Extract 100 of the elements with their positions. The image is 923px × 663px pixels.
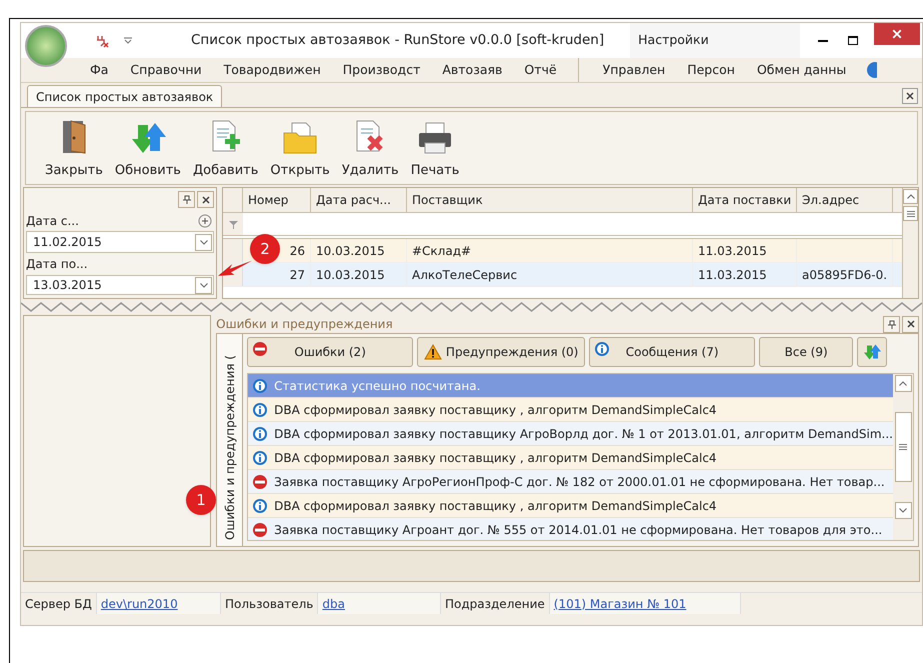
close-panel-button[interactable]	[197, 191, 214, 208]
filter-button[interactable]: Сообщения (7)	[589, 337, 756, 367]
toolbar-button[interactable]: Закрыть	[40, 118, 108, 180]
pin-button[interactable]	[178, 191, 195, 208]
ribbon-tab[interactable]: Фа	[79, 58, 120, 82]
scroll-thumb[interactable]	[894, 412, 912, 482]
message-row[interactable]: Заявка поставщику АгроРегионПроф-С дог. № 182 от 2000.01.01 не сформирована. Нет товар...	[248, 470, 893, 494]
column-header[interactable]: Номер	[243, 188, 311, 212]
close-icon	[906, 92, 914, 100]
scroll-thumb[interactable]	[903, 206, 918, 221]
ribbon-tab[interactable]: Производст	[332, 58, 432, 82]
grip-icon	[899, 444, 907, 450]
printer-icon	[417, 120, 454, 154]
side-tab-label: Ошибки и предупреждения (	[222, 354, 238, 540]
dropdown-button[interactable]	[195, 234, 212, 250]
grip-icon	[906, 210, 914, 216]
scrollbar[interactable]	[902, 188, 918, 298]
table-cell: 11.03.2015	[693, 239, 797, 262]
chevron-up-icon	[906, 194, 914, 199]
column-header[interactable]: Дата расч...	[311, 188, 407, 212]
app-logo	[25, 25, 67, 67]
message-row[interactable]: DBA сформировал заявку поставщику , алгоритм DemandSimpleCalc4	[248, 494, 893, 518]
refresh-button[interactable]	[857, 337, 888, 367]
pin-button[interactable]	[883, 316, 900, 332]
column-header[interactable]: Дата поставки	[693, 188, 797, 212]
filter-button[interactable]: Все (9)	[759, 337, 854, 367]
panel-title: Ошибки и предупреждения	[216, 316, 393, 333]
ribbon-tab[interactable]: Обмен данны	[746, 58, 858, 82]
table-cell: 10.03.2015	[311, 263, 407, 286]
arrows-icon	[130, 120, 166, 154]
document-tab[interactable]: Список простых автозаявок	[27, 85, 222, 107]
ribbon-tab[interactable]: Управлен	[592, 58, 676, 82]
close-tab-button[interactable]	[902, 88, 918, 104]
chevron-down-icon	[200, 282, 208, 288]
close-icon	[906, 320, 914, 328]
filter-button[interactable]: Предупреждения (0)	[417, 337, 586, 367]
close-button[interactable]	[874, 23, 920, 45]
close-icon	[892, 29, 902, 39]
column-header[interactable]: Поставщик	[407, 188, 693, 212]
info-icon	[252, 498, 268, 514]
error-icon	[252, 474, 268, 490]
dropdown-icon	[123, 36, 133, 44]
info-icon	[252, 450, 268, 466]
folder-icon	[282, 120, 318, 154]
filter-icon	[228, 220, 238, 228]
chevron-down-icon	[200, 240, 208, 244]
scroll-up-button[interactable]	[903, 189, 918, 204]
close-icon	[202, 196, 210, 204]
scroll-up-button[interactable]	[894, 375, 912, 392]
message-row[interactable]: DBA сформировал заявку поставщику АгроВорлд дог. № 1 от 2013.01.01, алгоритм DemandSim...	[248, 422, 893, 446]
info-icon	[252, 378, 268, 394]
pin-icon	[888, 320, 896, 328]
arrows-icon	[863, 343, 882, 361]
date-field[interactable]: 11.02.2015	[26, 231, 214, 253]
message-row[interactable]: DBA сформировал заявку поставщику , алгоритм DemandSimpleCalc4	[248, 398, 893, 422]
status-label: Сервер БД	[24, 596, 93, 612]
status-label: Пользователь	[224, 596, 314, 612]
info-icon	[252, 426, 268, 442]
ribbon-tab[interactable]: Отчё	[513, 58, 568, 82]
info-icon	[252, 402, 268, 418]
filter-button[interactable]: Ошибки (2)	[247, 337, 414, 367]
warning-icon	[424, 344, 442, 360]
table-cell: a05895FD6-0.	[797, 263, 893, 286]
toolbar-button[interactable]: Удалить	[336, 118, 404, 180]
pin-icon	[182, 195, 190, 204]
status-link[interactable]: dba	[317, 593, 441, 614]
error-icon	[252, 522, 268, 538]
ribbon-tab[interactable]: Персон	[676, 58, 746, 82]
error-icon	[252, 341, 268, 357]
toolbar-button[interactable]: Добавить	[188, 118, 264, 180]
dropdown-button[interactable]	[195, 276, 212, 294]
status-label: Подразделение	[444, 596, 546, 612]
ribbon-tab[interactable]: Справочни	[119, 58, 213, 82]
side-tab[interactable]: Ошибки и предупреждения (	[217, 334, 244, 546]
toolbar-button[interactable]: Печать	[406, 120, 464, 180]
status-link[interactable]: (101) Магазин № 101	[548, 593, 741, 614]
message-row[interactable]: DBA сформировал заявку поставщику , алгоритм DemandSimpleCalc4	[248, 446, 893, 470]
info-icon	[594, 341, 610, 357]
ribbon-tab[interactable]: Товародвижен	[212, 58, 332, 82]
scroll-down-button[interactable]	[894, 502, 912, 519]
toolbar-button[interactable]: Обновить	[110, 120, 186, 180]
context-group-label: Настройки	[630, 23, 800, 58]
message-row[interactable]: Заявка поставщику Агроант дог. № 555 от 2014.01.01 не сформирована. Нет товаров для это...	[248, 518, 893, 540]
column-header[interactable]: Эл.адрес	[797, 188, 893, 212]
chevron-down-icon	[899, 508, 907, 513]
chevron-up-icon	[899, 381, 907, 386]
status-link[interactable]: dev\run2010	[96, 593, 221, 614]
window-title: Список простых автозаявок - RunStore v0.0.0 [soft-kruden]	[191, 31, 604, 50]
ribbon-tab[interactable]: Автозаяв	[431, 58, 514, 82]
table-cell: 10.03.2015	[311, 239, 407, 262]
table-cell: #Склад#	[407, 239, 693, 262]
scrollbar[interactable]	[893, 374, 913, 540]
table-cell: АлкоТелеСервис	[407, 263, 693, 286]
table-cell: 11.03.2015	[693, 263, 797, 286]
date-field[interactable]: 13.03.2015	[26, 275, 214, 295]
add-icon	[198, 214, 212, 228]
field-label: Дата по...	[26, 256, 88, 273]
toolbar-button[interactable]: Открыть	[265, 120, 335, 180]
field-label: Дата с...	[26, 213, 79, 230]
close-panel-button[interactable]	[902, 316, 919, 332]
